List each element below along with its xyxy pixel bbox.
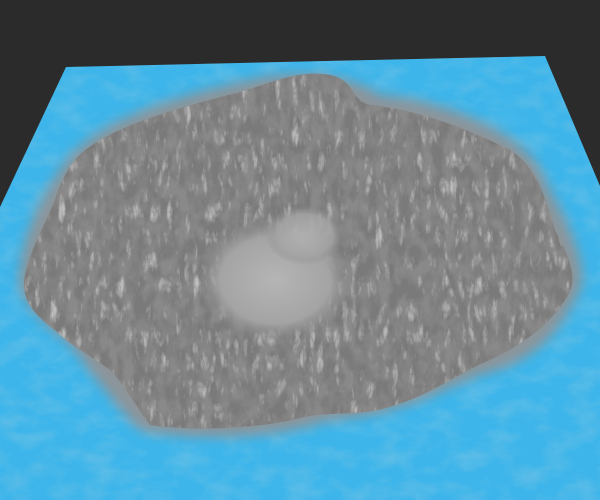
terrain-render — [0, 56, 600, 500]
crater-floor-north — [265, 205, 345, 265]
render-viewport — [0, 0, 600, 500]
